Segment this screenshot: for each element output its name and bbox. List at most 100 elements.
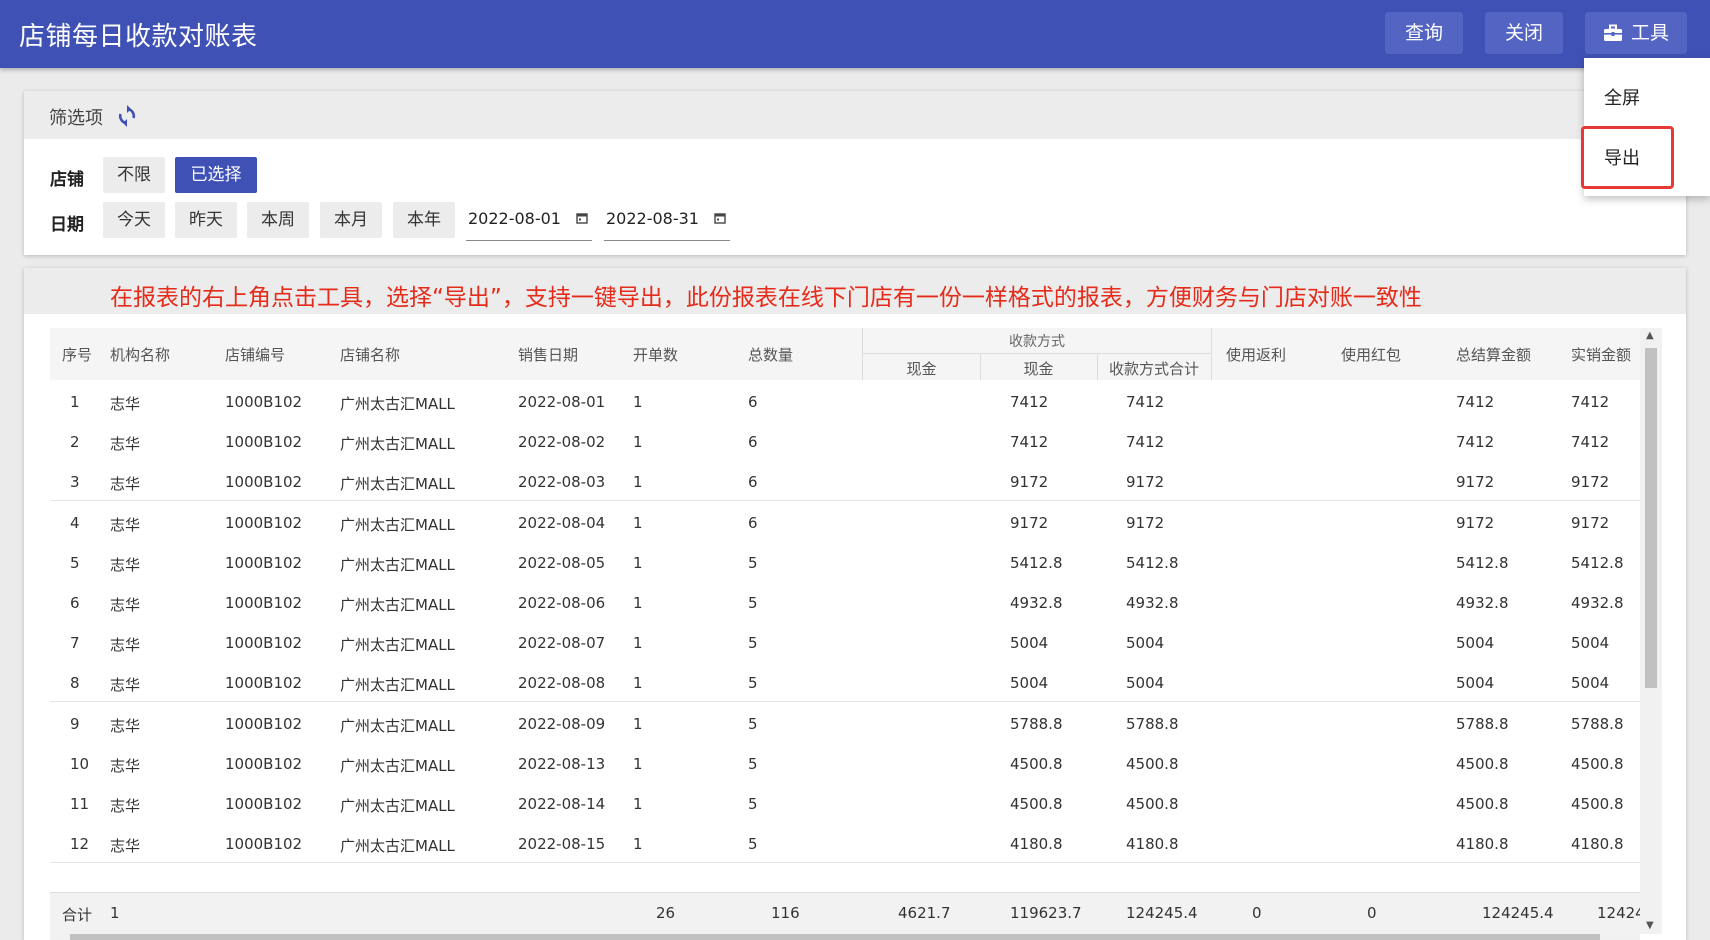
- table-row[interactable]: 6 志华 1000B102 广州太古汇MALL 2022-08-06 1 5 4932.8 49…: [50, 581, 1640, 622]
- table-row[interactable]: 9 志华 1000B102 广州太古汇MALL 2022-08-09 1 5 5788.8 57…: [50, 701, 1640, 743]
- cell-date: 2022-08-08: [518, 674, 606, 693]
- date-option-today[interactable]: 今天: [103, 202, 165, 238]
- cell-seq: 5: [70, 553, 80, 572]
- col-date: 销售日期: [518, 346, 579, 364]
- table-row[interactable]: 11 志华 1000B102 广州太古汇MALL 2022-08-14 1 5 4500.8 4…: [50, 782, 1640, 823]
- cell-org: 志华: [110, 797, 141, 815]
- cell-settle: 5412.8: [1456, 553, 1509, 572]
- cell-qty: 5: [748, 674, 758, 693]
- filter-panel: 筛选项 店铺 不限 已选择 日期 今天 昨天 本周 本月 本年 2022-08-…: [24, 91, 1686, 255]
- cell-pay-total: 5004: [1126, 674, 1165, 693]
- cell-settle: 5004: [1456, 674, 1495, 693]
- cell-store-no: 1000B102: [225, 714, 303, 733]
- cell-org: 志华: [110, 837, 141, 856]
- cell-store-no: 1000B102: [225, 594, 303, 612]
- cell-cash2: 4500.8: [1010, 795, 1063, 813]
- tools-button-label: 工具: [1630, 22, 1669, 44]
- cell-store-no: 1000B102: [225, 553, 303, 572]
- col-pay-group: 收款方式: [1009, 334, 1065, 350]
- cell-cash2: 4180.8: [1010, 835, 1063, 854]
- cell-orders: 1: [633, 473, 643, 492]
- toolbox-icon: [1603, 24, 1622, 41]
- table-row[interactable]: 3 志华 1000B102 广州太古汇MALL 2022-08-03 1 6 9172 9172…: [50, 460, 1640, 502]
- totals-pay-total: 124245.4: [1126, 904, 1198, 922]
- cell-qty: 5: [748, 754, 758, 773]
- cell-actual: 7412: [1571, 393, 1610, 411]
- cell-qty: 5: [748, 553, 758, 572]
- date-option-week[interactable]: 本周: [247, 202, 309, 238]
- cell-actual: 4500.8: [1571, 754, 1624, 773]
- table-row[interactable]: 12 志华 1000B102 广州太古汇MALL 2022-08-15 1 5 4180.8 4…: [50, 822, 1640, 864]
- query-button[interactable]: 查询: [1385, 12, 1463, 54]
- tools-button[interactable]: 工具: [1585, 12, 1687, 54]
- cell-settle: 7412: [1456, 433, 1495, 452]
- table-header: 序号 机构名称 店铺编号 店铺名称 销售日期 开单数 总数量 收款方式 现金 现…: [50, 328, 1640, 381]
- cell-store-no: 1000B102: [225, 835, 303, 854]
- table-row[interactable]: 8 志华 1000B102 广州太古汇MALL 2022-08-08 1 5 5004 5004…: [50, 661, 1640, 703]
- cell-seq: 4: [70, 513, 80, 532]
- cell-pay-total: 4932.8: [1126, 594, 1179, 612]
- col-seq: 序号: [62, 346, 93, 364]
- cell-orders: 1: [633, 513, 643, 532]
- cell-pay-total: 4500.8: [1126, 754, 1179, 773]
- refresh-icon[interactable]: [117, 105, 137, 127]
- cell-store-no: 1000B102: [225, 393, 303, 411]
- totals-label: 合计: [62, 906, 93, 924]
- date-option-year[interactable]: 本年: [393, 202, 455, 238]
- scroll-up-icon[interactable]: ▲: [1646, 330, 1654, 341]
- cell-orders: 1: [633, 714, 643, 733]
- store-option-selected[interactable]: 已选择: [175, 157, 257, 193]
- cell-store-name: 广州太古汇MALL: [340, 756, 455, 775]
- horizontal-scroll-thumb[interactable]: [70, 934, 1600, 940]
- store-option-any[interactable]: 不限: [103, 157, 165, 193]
- table-row[interactable]: 2 志华 1000B102 广州太古汇MALL 2022-08-02 1 6 7412 7412…: [50, 420, 1640, 462]
- horizontal-scrollbar[interactable]: [50, 934, 1640, 940]
- vertical-scrollbar[interactable]: ▲ ▼: [1640, 328, 1662, 934]
- table-row[interactable]: 4 志华 1000B102 广州太古汇MALL 2022-08-04 1 6 9172 9172…: [50, 500, 1640, 542]
- date-option-month[interactable]: 本月: [320, 202, 382, 238]
- totals-cash-1: 4621.7: [898, 904, 951, 922]
- cell-qty: 6: [748, 513, 758, 532]
- cell-pay-total: 5788.8: [1126, 714, 1179, 733]
- cell-actual: 4500.8: [1571, 795, 1624, 813]
- cell-settle: 9172: [1456, 513, 1495, 532]
- start-date-field[interactable]: 2022-08-01: [466, 202, 592, 241]
- cell-cash2: 7412: [1010, 393, 1049, 411]
- col-orders: 开单数: [633, 346, 679, 364]
- report-table: 序号 机构名称 店铺编号 店铺名称 销售日期 开单数 总数量 收款方式 现金 现…: [50, 328, 1662, 940]
- vertical-scroll-thumb[interactable]: [1645, 348, 1657, 688]
- cell-store-no: 1000B102: [225, 433, 303, 452]
- cell-org: 志华: [110, 435, 141, 454]
- close-button[interactable]: 关闭: [1485, 12, 1563, 54]
- cell-date: 2022-08-09: [518, 714, 606, 733]
- calendar-icon[interactable]: [714, 212, 726, 224]
- cell-cash2: 4500.8: [1010, 754, 1063, 773]
- export-highlight-box: [1581, 126, 1674, 189]
- cell-store-name: 广州太古汇MALL: [340, 475, 455, 494]
- col-cash-2: 现金: [1023, 360, 1054, 378]
- table-row[interactable]: 7 志华 1000B102 广州太古汇MALL 2022-08-07 1 5 5004 5004…: [50, 621, 1640, 663]
- cell-cash2: 7412: [1010, 433, 1049, 452]
- cell-qty: 5: [748, 714, 758, 733]
- calendar-icon[interactable]: [576, 212, 588, 224]
- table-row[interactable]: 5 志华 1000B102 广州太古汇MALL 2022-08-05 1 5 5412.8 54…: [50, 540, 1640, 582]
- cell-qty: 5: [748, 795, 758, 813]
- date-filter-label: 日期: [50, 215, 84, 235]
- col-store-name: 店铺名称: [340, 346, 401, 364]
- cell-seq: 9: [70, 714, 80, 733]
- date-option-yesterday[interactable]: 昨天: [175, 202, 237, 238]
- table-row[interactable]: 1 志华 1000B102 广州太古汇MALL 2022-08-01 1 6 7412 7412…: [50, 380, 1640, 421]
- cell-org: 志华: [110, 515, 141, 534]
- menu-item-fullscreen[interactable]: 全屏: [1604, 84, 1640, 110]
- table-row[interactable]: 10 志华 1000B102 广州太古汇MALL 2022-08-13 1 5 4500.8 4…: [50, 741, 1640, 783]
- cell-qty: 5: [748, 835, 758, 854]
- store-filter-label: 店铺: [50, 170, 84, 190]
- cell-actual: 9172: [1571, 513, 1610, 532]
- end-date-field[interactable]: 2022-08-31: [604, 202, 730, 241]
- cell-orders: 1: [633, 393, 643, 411]
- cell-actual: 5412.8: [1571, 553, 1624, 572]
- scroll-down-icon[interactable]: ▼: [1646, 920, 1654, 931]
- cell-settle: 5788.8: [1456, 714, 1509, 733]
- cell-store-name: 广州太古汇MALL: [340, 596, 455, 614]
- cell-pay-total: 5004: [1126, 634, 1165, 653]
